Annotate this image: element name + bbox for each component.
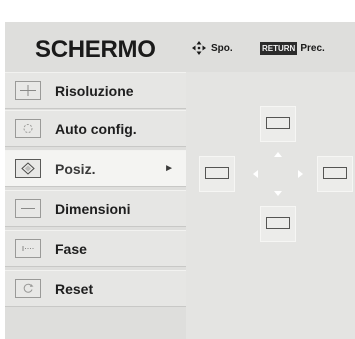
size-icon [15,199,41,218]
menu-title: SCHERMO [35,36,156,63]
return-key-badge: RETURN [260,41,298,55]
screen-frame-icon [205,167,229,179]
reset-icon [15,279,41,298]
position-control [186,72,355,339]
screen-frame-icon [266,117,290,129]
screen-menu: Risoluzione Auto config. Posiz. ► Dimens… [5,72,186,308]
phase-icon [15,239,41,258]
position-up-button[interactable] [260,106,296,142]
menu-item-dimensioni[interactable]: Dimensioni [5,190,186,227]
screen-frame-icon [323,167,347,179]
arrow-left-icon [253,170,258,178]
auto-config-icon [15,119,41,138]
arrow-down-icon [274,191,282,196]
menu-item-label: Risoluzione [55,82,134,99]
menu-item-label: Posiz. [55,160,96,177]
menu-item-reset[interactable]: Reset [5,270,186,307]
position-icon [15,159,41,178]
selected-arrow-icon: ► [164,163,174,174]
menu-item-posiz[interactable]: Posiz. ► [5,150,186,187]
position-left-button[interactable] [199,156,235,192]
return-hint: RETURN Prec. [260,40,325,56]
menu-item-label: Dimensioni [55,200,131,217]
screen-frame-icon [266,217,290,229]
arrow-right-icon [298,170,303,178]
menu-item-label: Fase [55,240,87,257]
menu-item-fase[interactable]: Fase [5,230,186,267]
position-right-button[interactable] [317,156,353,192]
four-way-arrow-icon [192,41,206,55]
arrow-up-icon [274,152,282,157]
menu-item-auto-config[interactable]: Auto config. [5,110,186,147]
menu-item-risoluzione[interactable]: Risoluzione [5,72,186,109]
position-down-button[interactable] [260,206,296,242]
menu-item-label: Reset [55,280,94,297]
menu-item-label: Auto config. [55,120,137,137]
prev-label: Prec. [300,42,325,54]
position-panel [186,72,355,339]
resolution-icon [15,81,41,100]
move-label: Spo. [211,42,233,54]
move-hint: Spo. [191,40,233,56]
